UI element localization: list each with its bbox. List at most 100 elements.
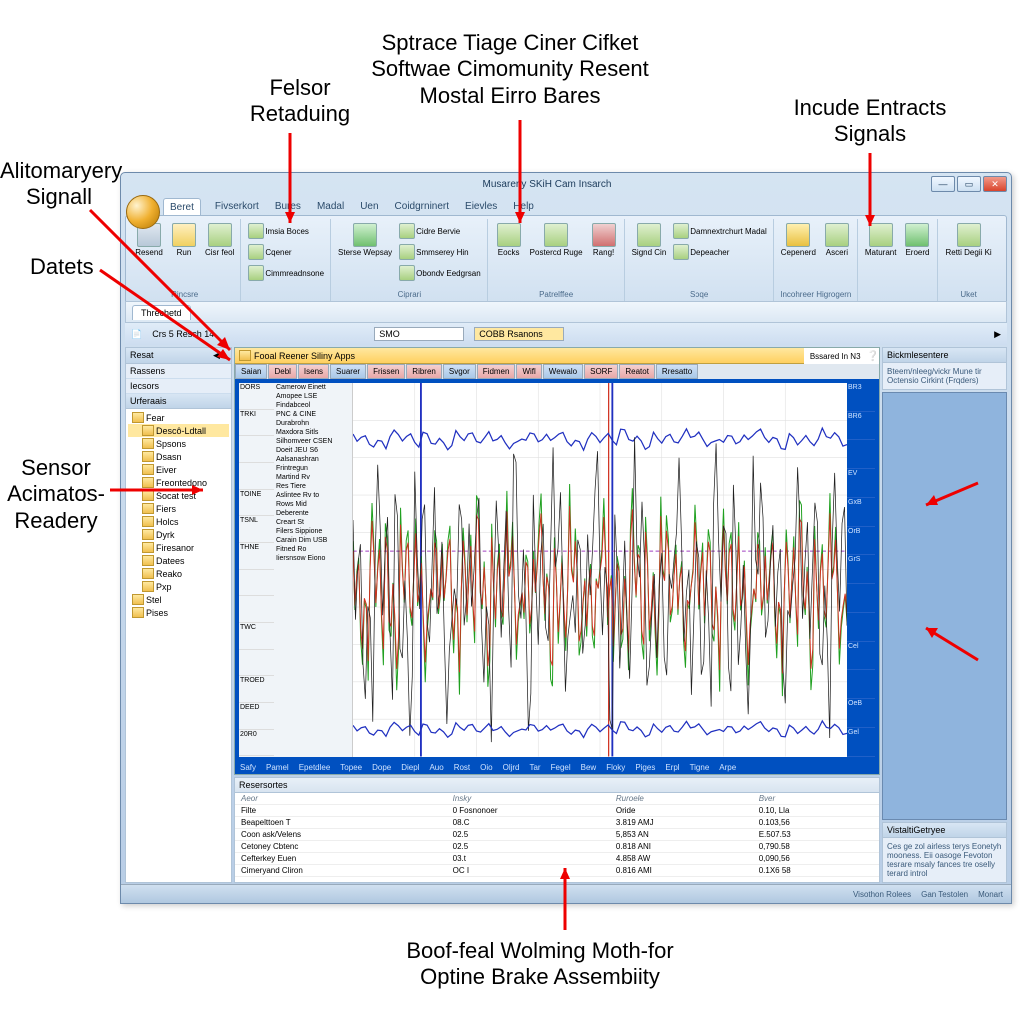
viewer-title: Fooal Reener Siliny Apps xyxy=(254,351,355,361)
viewer-tab[interactable]: Debl xyxy=(268,364,296,379)
maximize-button[interactable]: ▭ xyxy=(957,176,981,192)
y-axis-labels: DORSTRKITOINETSNLTHNETWCTROEDDEED20R0 xyxy=(239,383,274,757)
viewer-tab[interactable]: SORF xyxy=(584,364,618,379)
ribbon-btn[interactable]: Rang! xyxy=(588,221,620,259)
bottom-tabs: Safy Pamel EpetdleeTopee Dope Diepl Auo Rost Oi… xyxy=(235,761,879,774)
viewer-tab[interactable]: Wifl xyxy=(516,364,541,379)
bottom-tab[interactable]: Bew xyxy=(578,763,600,772)
tree-node[interactable]: Descô-Ldtall xyxy=(128,424,229,437)
ribbon-group-label: Incohreer Higrogern xyxy=(779,290,853,299)
bottom-tab[interactable]: Tigne xyxy=(687,763,713,772)
ribbon-group-label: Sɔqe xyxy=(630,290,769,299)
doc-icon xyxy=(248,265,264,281)
panel-text: Ces ge zol airless terys Eonetyh mooness… xyxy=(883,838,1006,882)
viewer-tab[interactable]: Rresatto xyxy=(656,364,698,379)
bottom-tab[interactable]: Fegel xyxy=(548,763,574,772)
sub-tab-bar: Threchetd xyxy=(125,301,1007,323)
item-icon xyxy=(673,244,689,260)
ribbon-btn[interactable]: Cqener xyxy=(246,242,293,262)
ribtn-label: Cepenerd xyxy=(781,248,816,257)
ribbon-btn[interactable]: Signd Cin xyxy=(630,221,669,259)
ribbon-btn[interactable]: Cepenerd xyxy=(779,221,818,259)
bottom-tab[interactable]: Erpl xyxy=(662,763,682,772)
app-window: Musareriy SKiH Cam Insarch — ▭ ✕ Beret F… xyxy=(120,172,1012,904)
tree-node[interactable]: Firesanor xyxy=(128,541,229,554)
right-blue-panel[interactable] xyxy=(882,392,1007,820)
ribtn-label: Cimmreadnsone xyxy=(265,269,324,278)
tree-node[interactable]: Dyrk xyxy=(128,528,229,541)
viewer-tab[interactable]: Suarer xyxy=(330,364,366,379)
ribtn-label: Depeacher xyxy=(690,248,729,257)
viewer-tab[interactable]: Wewalo xyxy=(543,364,583,379)
ribbon-group: Cepenerd Asceri Incohreer Higrogern xyxy=(775,219,858,301)
bottom-tab[interactable]: Arpe xyxy=(716,763,739,772)
main-area: Fooal Reener Siliny Apps Bssared In N3 ❔… xyxy=(234,347,880,883)
ribbon-group-label: Patrelffee xyxy=(493,290,620,299)
minimize-button[interactable]: — xyxy=(931,176,955,192)
ribbon-btn[interactable]: Obondv Eedgrsan xyxy=(397,263,483,283)
annotation-sensor-reading: Felsor Retaduing xyxy=(230,75,370,128)
sidebar-section[interactable]: Iecsors xyxy=(126,379,231,394)
ribbon-btn[interactable]: Eroerd xyxy=(901,221,933,259)
bottom-tab[interactable]: Safy xyxy=(237,763,259,772)
bottom-tab[interactable]: Floky xyxy=(603,763,628,772)
signal-legend: Camerow EinettAmopee LSEFindabceolPNC & … xyxy=(274,383,353,757)
tree-node[interactable]: Pxp xyxy=(128,580,229,593)
bottom-tab[interactable]: Piges xyxy=(632,763,658,772)
menu-item[interactable]: Coidgrninert xyxy=(393,198,451,216)
doc-icon xyxy=(248,223,264,239)
ribtn-label: Rang! xyxy=(593,248,614,257)
bottom-tab[interactable]: Auo xyxy=(426,763,446,772)
tree-node[interactable]: Spsons xyxy=(128,437,229,450)
ribbon-btn[interactable]: Depeacher xyxy=(671,242,768,262)
ribbon-btn[interactable]: Asceri xyxy=(821,221,853,259)
bottom-tab[interactable]: Dope xyxy=(369,763,394,772)
chevron-right-icon[interactable]: ▶ xyxy=(994,329,1001,340)
tree-node[interactable]: Holcs xyxy=(128,515,229,528)
bottom-tab[interactable]: Pamel xyxy=(263,763,292,772)
tree-node[interactable]: Datees xyxy=(128,554,229,567)
viewer-tab[interactable]: Frissen xyxy=(367,364,405,379)
ribtn-label: Asceri xyxy=(826,248,848,257)
menu-item[interactable]: Uen xyxy=(358,198,380,216)
sidebar-section[interactable]: Urferaais xyxy=(126,394,231,409)
menu-item[interactable]: Madal xyxy=(315,198,346,216)
right-panel-1: Bickmlesentere Bteem/nleeg/vickr Mune ti… xyxy=(882,347,1007,390)
tree-node[interactable]: Dsasn xyxy=(128,450,229,463)
bottom-tab[interactable]: Epetdlee xyxy=(296,763,334,772)
plot-canvas[interactable] xyxy=(353,383,847,757)
ribbon-btn[interactable]: Retti Degii Ki xyxy=(943,221,993,259)
ribbon-btn[interactable]: Cimmreadnsone xyxy=(246,263,326,283)
signal-icon xyxy=(637,223,661,247)
ribtn-label: Damnextrchurt Madal xyxy=(690,227,766,236)
tree-node[interactable]: Pises xyxy=(128,606,229,619)
bottom-tab[interactable]: Oio xyxy=(477,763,495,772)
item-icon xyxy=(673,223,689,239)
viewer-title-bar: Fooal Reener Siliny Apps xyxy=(235,348,804,364)
viewer-tab[interactable]: Isens xyxy=(298,364,329,379)
bottom-tab[interactable]: Topee xyxy=(337,763,365,772)
close-button[interactable]: ✕ xyxy=(983,176,1007,192)
tree-node[interactable]: Reako xyxy=(128,567,229,580)
viewer-tab[interactable]: Ribren xyxy=(406,364,442,379)
bottom-tab[interactable]: Diepl xyxy=(398,763,422,772)
combo-1[interactable]: SMO xyxy=(374,327,464,341)
bottom-tab[interactable]: Oljrd xyxy=(500,763,523,772)
tree-node[interactable]: Stel xyxy=(128,593,229,606)
ribbon-btn[interactable]: Damnextrchurt Madal xyxy=(671,221,768,241)
ribbon-btn[interactable]: Smmserey Hin xyxy=(397,242,483,262)
panel-header: VistaltiGetryee xyxy=(883,823,1006,838)
ribbon-btn[interactable]: Cidre Bervie xyxy=(397,221,483,241)
arrow xyxy=(500,115,540,235)
combo-2[interactable]: COBB Rsanons xyxy=(474,327,564,341)
arrow xyxy=(545,860,585,940)
tree-node[interactable]: Fear xyxy=(128,411,229,424)
viewer-tab[interactable]: Svgor xyxy=(443,364,476,379)
viewer-tab[interactable]: Reatot xyxy=(619,364,655,379)
bottom-tab[interactable]: Tar xyxy=(526,763,543,772)
menu-item[interactable]: Eievles xyxy=(463,198,499,216)
viewer-tab[interactable]: Fidmen xyxy=(477,364,516,379)
bottom-tab[interactable]: Rost xyxy=(451,763,473,772)
help-icon[interactable]: ❔ xyxy=(867,351,879,362)
ribbon-btn[interactable]: Sterse Wepsay xyxy=(336,221,394,259)
